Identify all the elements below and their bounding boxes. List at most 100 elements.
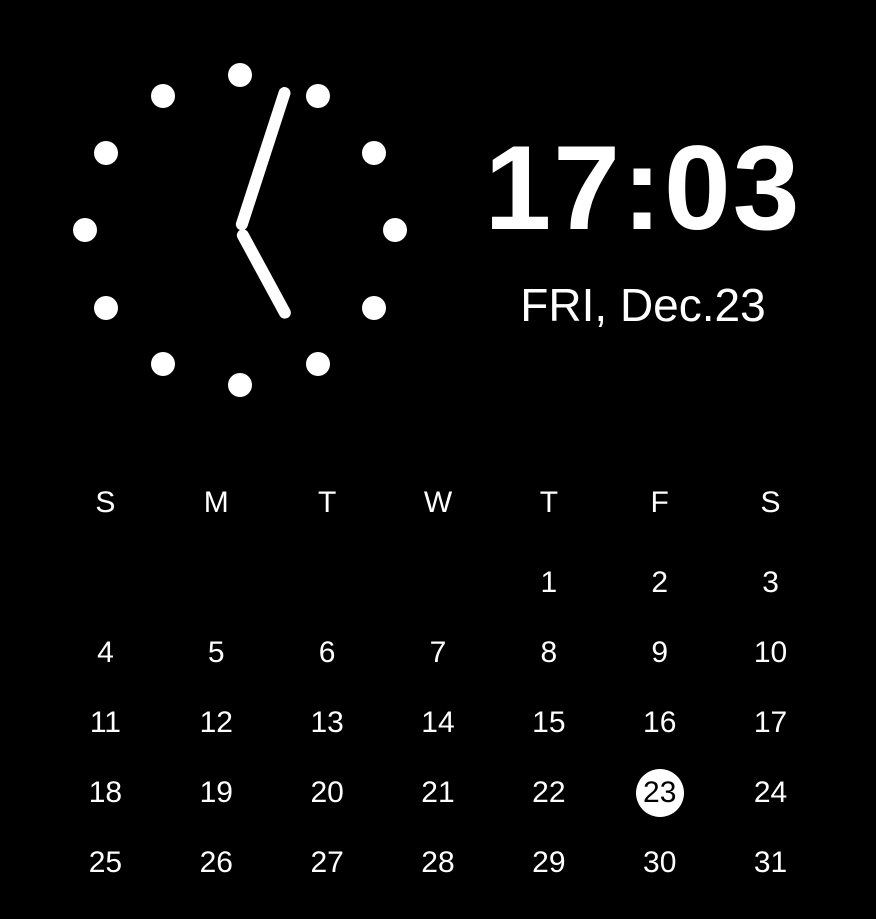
clock-hour-marker [151,84,175,108]
calendar-day-cell: 13 [272,688,383,758]
calendar-day-cell [272,548,383,618]
calendar-week-row: 25 26 27 28 29 30 31 [50,828,826,898]
calendar-day-cell: 30 [604,828,715,898]
calendar-week-row: 1 2 3 [50,548,826,618]
clock-hour-marker [306,84,330,108]
calendar-day-number: 22 [532,776,565,810]
calendar-day-number: 9 [651,636,668,670]
calendar-day-number: 7 [430,636,447,670]
top-row: 17:03 FRI, Dec.23 [50,20,826,440]
calendar-day-number: 18 [89,776,122,810]
calendar-day-cell: 20 [272,758,383,828]
weekday-label: F [604,480,715,526]
calendar-day-number: 11 [90,706,121,740]
calendar-day-cell: 15 [493,688,604,758]
calendar-day-cell: 12 [161,688,272,758]
calendar-day-number: 29 [532,846,565,880]
clock-hour-marker [228,63,252,87]
clock-calendar-widget: 17:03 FRI, Dec.23 SMTWTFS 12345678910111… [0,0,876,919]
calendar-day-number: 27 [310,846,343,880]
calendar-day-number: 5 [208,636,225,670]
clock-face [50,40,430,420]
calendar-day-number: 26 [200,846,233,880]
calendar-week-row: 18 19 20 21 22 23 24 [50,758,826,828]
calendar-day-cell: 11 [50,688,161,758]
calendar-day-cell: 27 [272,828,383,898]
calendar-day-number: 4 [97,636,114,670]
calendar-day-cell: 8 [493,618,604,688]
calendar-day-cell: 1 [493,548,604,618]
calendar-day-number: 17 [754,706,787,740]
calendar-day-cell: 21 [383,758,494,828]
weekday-label: M [161,480,272,526]
weekday-label: T [272,480,383,526]
calendar-day-number: 15 [532,706,565,740]
calendar-day-number: 12 [200,706,233,740]
weekday-label: T [493,480,604,526]
weekday-label: W [383,480,494,526]
calendar-day-cell: 6 [272,618,383,688]
calendar-day-number: 8 [541,636,558,670]
clock-hour-hand [235,227,293,321]
calendar-day-number: 19 [200,776,233,810]
clock-hour-marker [306,352,330,376]
calendar-day-cell: 22 [493,758,604,828]
calendar-day-today: 23 [636,769,684,817]
calendar-day-number: 31 [754,846,787,880]
calendar-day-cell [383,548,494,618]
month-calendar: SMTWTFS 12345678910111213141516171819202… [50,480,826,898]
analog-clock [50,40,430,420]
calendar-day-cell: 29 [493,828,604,898]
calendar-body: 1234567891011121314151617181920212223242… [50,548,826,898]
clock-hour-marker [383,218,407,242]
digital-time: 17:03 [460,128,826,248]
calendar-day-number: 21 [421,776,454,810]
calendar-day-number: 16 [643,706,676,740]
calendar-header-row: SMTWTFS [50,480,826,526]
calendar-day-cell: 2 [604,548,715,618]
calendar-day-cell: 14 [383,688,494,758]
calendar-day-cell: 26 [161,828,272,898]
calendar-day-cell: 31 [715,828,826,898]
calendar-day-number: 20 [310,776,343,810]
calendar-day-cell: 24 [715,758,826,828]
calendar-day-cell [161,548,272,618]
clock-minute-hand [234,85,292,231]
clock-hour-marker [94,296,118,320]
calendar-day-cell: 25 [50,828,161,898]
calendar-day-cell: 10 [715,618,826,688]
calendar-day-number: 6 [319,636,336,670]
calendar-day-cell: 16 [604,688,715,758]
date-line: FRI, Dec.23 [460,278,826,332]
calendar-day-number: 10 [754,636,787,670]
calendar-day-number: 3 [762,566,779,600]
calendar-day-number: 28 [421,846,454,880]
calendar-day-number: 30 [643,846,676,880]
calendar-day-number: 13 [310,706,343,740]
calendar-day-cell [50,548,161,618]
calendar-day-number: 14 [421,706,454,740]
calendar-week-row: 4 5 6 7 8 9 10 [50,618,826,688]
calendar-day-cell: 19 [161,758,272,828]
clock-hour-marker [362,296,386,320]
clock-hour-marker [94,141,118,165]
calendar-day-cell: 3 [715,548,826,618]
digital-time-block: 17:03 FRI, Dec.23 [430,128,826,332]
calendar-day-number: 2 [651,566,668,600]
calendar-week-row: 11 12 13 14 15 16 17 [50,688,826,758]
clock-hour-marker [73,218,97,242]
weekday-label: S [715,480,826,526]
calendar-day-cell: 17 [715,688,826,758]
calendar-day-cell: 7 [383,618,494,688]
calendar-day-cell: 4 [50,618,161,688]
calendar-day-cell: 9 [604,618,715,688]
calendar-day-cell: 28 [383,828,494,898]
clock-hour-marker [362,141,386,165]
calendar-day-number: 25 [89,846,122,880]
calendar-day-cell: 23 [604,758,715,828]
clock-hour-marker [228,373,252,397]
calendar-day-cell: 5 [161,618,272,688]
calendar-day-number: 24 [754,776,787,810]
clock-hour-marker [151,352,175,376]
calendar-day-cell: 18 [50,758,161,828]
